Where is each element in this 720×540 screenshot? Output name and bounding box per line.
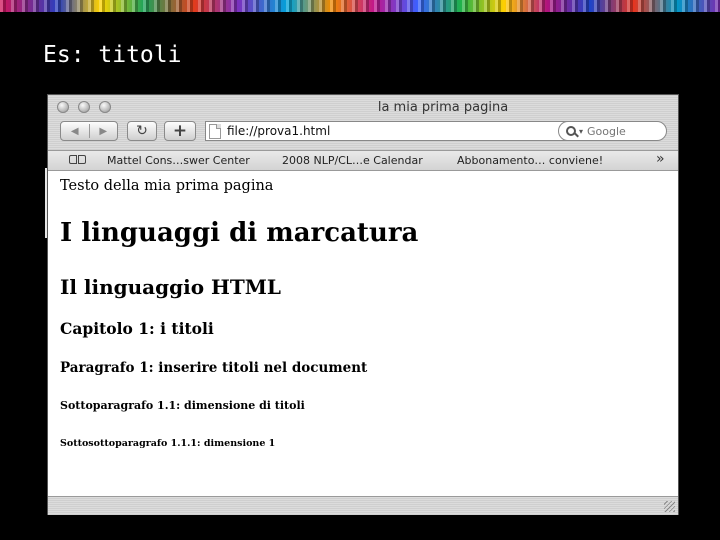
add-bookmark-button[interactable]: + [164,121,196,141]
resize-grip-icon[interactable] [664,501,675,512]
back-forward-control: ◀ ▶ [60,121,118,141]
slide-title: Es: titoli [43,42,182,68]
page-content: Testo della mia prima pagina I linguaggi… [48,171,678,496]
reload-icon: ↻ [136,123,148,139]
page-icon [209,123,221,139]
address-bar [205,121,601,141]
status-bar [48,496,678,515]
bookmark-item[interactable]: Mattel Cons…swer Center [107,154,250,167]
heading-3: Capitolo 1: i titoli [60,319,214,338]
heading-6: Sottosottoparagrafo 1.1.1: dimensione 1 [60,438,276,449]
url-input[interactable] [227,124,589,138]
bookmark-item[interactable]: Abbonamento… conviene! [457,154,603,167]
bookmark-item[interactable]: 2008 NLP/CL…e Calendar [282,154,423,167]
page-paragraph: Testo della mia prima pagina [60,178,274,194]
back-arrow-icon[interactable]: ◀ [61,126,89,137]
window-title: la mia prima pagina [377,100,509,115]
browser-window: la mia prima pagina ◀ ▶ ↻ + ▾ Mattel Con… [48,95,678,515]
decorative-header-strip [0,0,720,12]
forward-arrow-icon[interactable]: ▶ [90,126,118,137]
heading-4: Paragrafo 1: inserire titoli nel documen… [60,360,368,376]
heading-2: Il linguaggio HTML [60,275,281,299]
search-input[interactable] [587,124,658,138]
reload-button[interactable]: ↻ [127,121,157,141]
more-bookmarks-icon[interactable]: » [656,151,665,167]
book-icon[interactable] [69,155,87,165]
bookmarks-bar: Mattel Cons…swer Center 2008 NLP/CL…e Ca… [48,151,678,171]
heading-5: Sottoparagrafo 1.1: dimensione di titoli [60,399,305,412]
search-box: ▾ [558,121,667,141]
search-icon[interactable] [566,126,576,136]
chevron-down-icon[interactable]: ▾ [579,127,583,136]
heading-1: I linguaggi di marcatura [60,218,419,248]
browser-titlebar: la mia prima pagina ◀ ▶ ↻ + ▾ [48,95,678,151]
plus-icon: + [172,121,188,141]
